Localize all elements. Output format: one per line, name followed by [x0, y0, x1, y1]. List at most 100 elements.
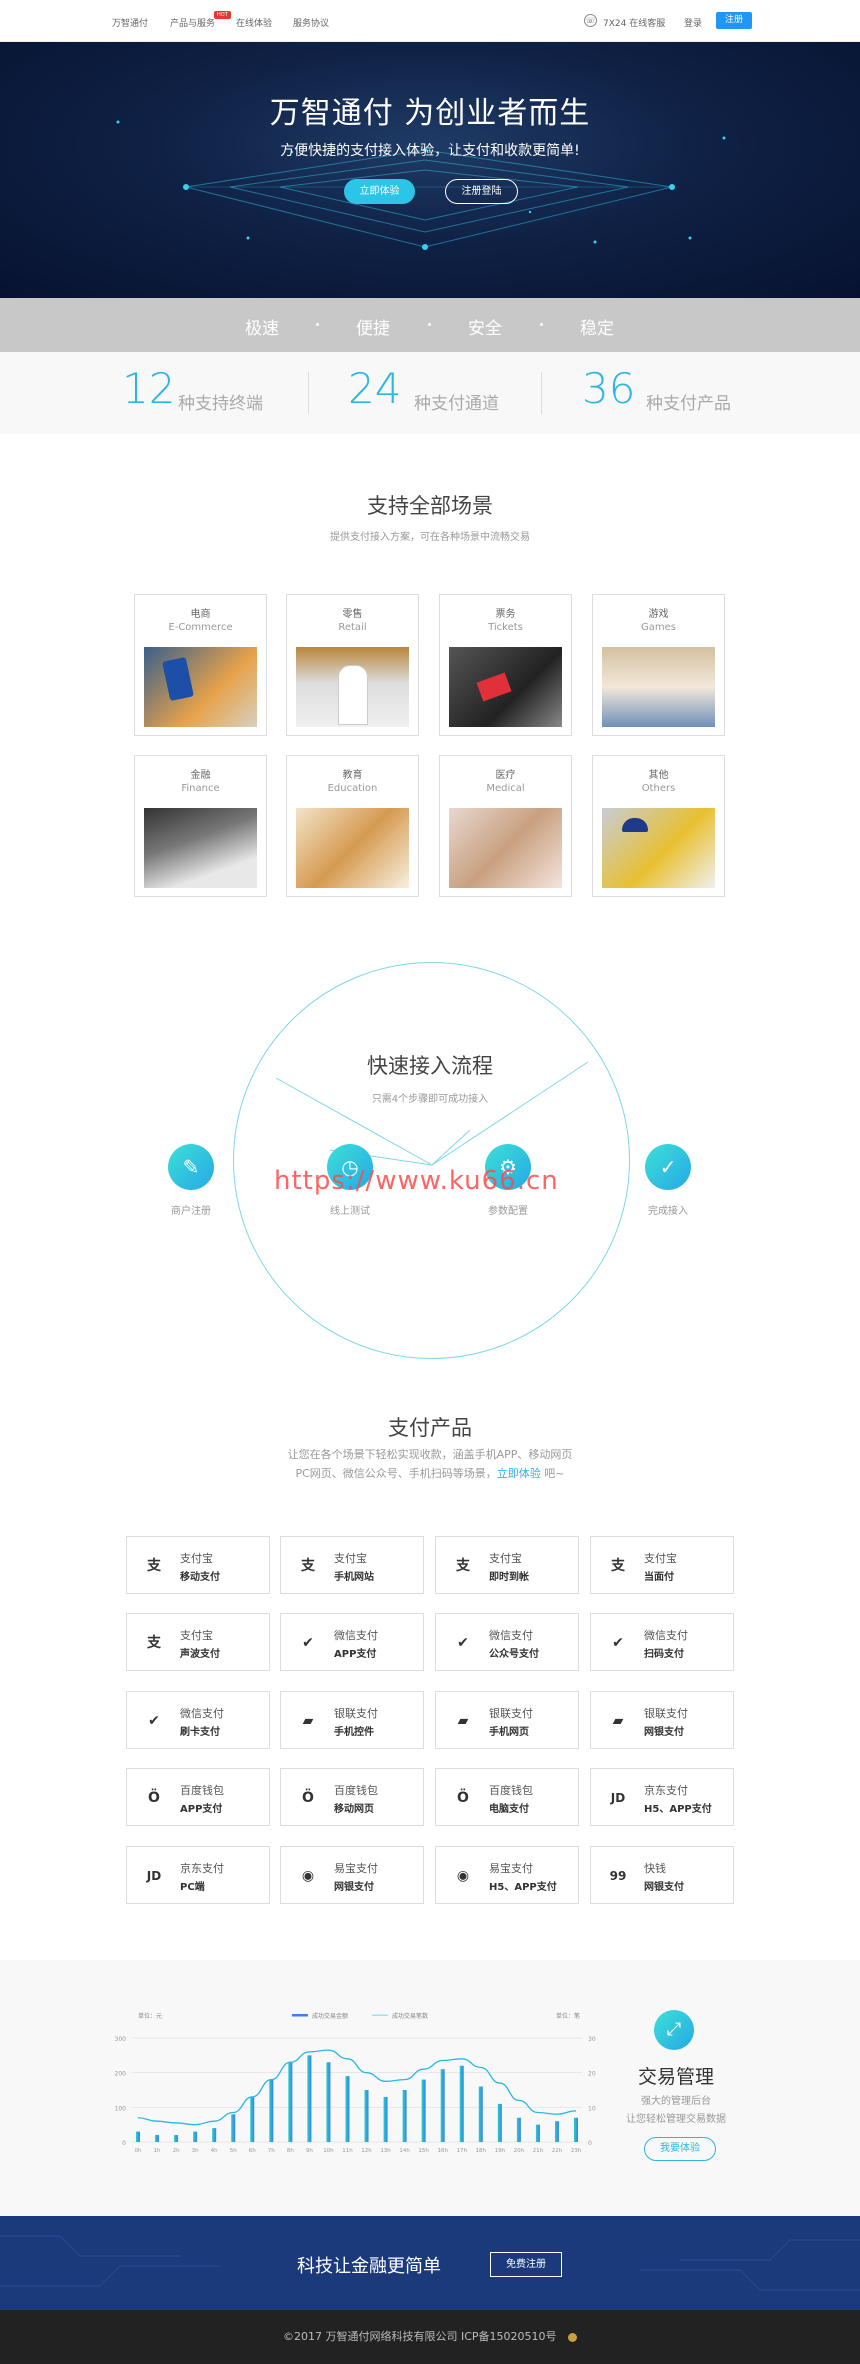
- product-provider: 微信支付: [644, 1629, 688, 1642]
- chart-bar: [155, 2135, 160, 2142]
- right-tick-label: 30: [588, 2036, 596, 2043]
- scene-name: 医疗: [495, 770, 516, 781]
- scene-photo: [144, 808, 257, 888]
- left-tick-label: 0: [122, 2140, 126, 2147]
- product-card[interactable]: ▰ 银联支付 手机控件: [280, 1691, 424, 1749]
- product-card[interactable]: ✔ 微信支付 公众号支付: [435, 1613, 579, 1671]
- chart-bar: [574, 2117, 578, 2142]
- scene-card-tickets[interactable]: 票务 Tickets: [439, 594, 572, 736]
- chart-bar: [516, 2117, 521, 2142]
- product-card[interactable]: 支 支付宝 移动支付: [126, 1536, 270, 1594]
- product-card[interactable]: 支 支付宝 即时到帐: [435, 1536, 579, 1594]
- scene-card-games[interactable]: 游戏 Games: [592, 594, 725, 736]
- x-tick-label: 7h: [268, 2148, 275, 2154]
- nav-demo[interactable]: 在线体验: [236, 16, 272, 29]
- product-card[interactable]: ▰ 银联支付 手机网页: [435, 1691, 579, 1749]
- experience-button[interactable]: 我要体验: [644, 2137, 716, 2161]
- x-tick-label: 19h: [495, 2148, 506, 2154]
- x-tick-label: 5h: [230, 2148, 237, 2154]
- product-card[interactable]: ◉ 易宝支付 网银支付: [280, 1846, 424, 1904]
- scene-card-retail[interactable]: 零售 Retail: [286, 594, 419, 736]
- alipay-icon: 支: [611, 1558, 625, 1574]
- chart-bar: [231, 2114, 236, 2142]
- product-provider: 京东支付: [180, 1862, 224, 1875]
- service-text[interactable]: 7X24 在线客服: [603, 16, 665, 29]
- baidu-wallet-icon: Ö: [457, 1790, 469, 1806]
- x-tick-label: 0h: [135, 2148, 142, 2154]
- police-badge-icon: [568, 2332, 578, 2342]
- product-card[interactable]: ▰ 银联支付 网银支付: [590, 1691, 734, 1749]
- product-card[interactable]: 支 支付宝 当面付: [590, 1536, 734, 1594]
- unionpay-icon: ▰: [612, 1713, 624, 1729]
- product-card[interactable]: 支 支付宝 声波支付: [126, 1613, 270, 1671]
- try-now-button[interactable]: 立即体验: [344, 179, 415, 204]
- product-card[interactable]: 99 快钱 网银支付: [590, 1846, 734, 1904]
- register-login-button[interactable]: 注册登陆: [445, 179, 518, 204]
- chart-bar: [535, 2124, 540, 2142]
- right-tick-label: 0: [588, 2140, 592, 2147]
- product-type: 扫码支付: [644, 1649, 684, 1660]
- x-tick-label: 20h: [514, 2148, 525, 2154]
- left-tick-label: 300: [115, 2036, 127, 2043]
- product-card[interactable]: Ö 百度钱包 电脑支付: [435, 1768, 579, 1826]
- chart-bar: [345, 2076, 350, 2142]
- pencil-icon: ✎: [168, 1144, 214, 1190]
- free-register-button[interactable]: 免费注册: [490, 2252, 562, 2277]
- x-tick-label: 11h: [342, 2148, 353, 2154]
- product-type: 手机网站: [334, 1572, 374, 1583]
- stats-strip: 12 种支持终端 24 种支付通道 36 种支付产品: [0, 352, 860, 434]
- scene-card-medical[interactable]: 医疗 Medical: [439, 755, 572, 897]
- x-tick-label: 13h: [380, 2148, 391, 2154]
- nav-products[interactable]: 产品与服务: [170, 16, 215, 29]
- scene-name-en: Others: [641, 783, 676, 794]
- login-link[interactable]: 登录: [684, 16, 702, 29]
- product-card[interactable]: 支 支付宝 手机网站: [280, 1536, 424, 1594]
- baidu-wallet-icon: Ö: [148, 1790, 160, 1806]
- try-now-link[interactable]: 立即体验: [497, 1467, 541, 1480]
- chart-bar: [383, 2096, 388, 2142]
- chart-bar: [421, 2079, 426, 2142]
- product-card[interactable]: JD 京东支付 H5、APP支付: [590, 1768, 734, 1826]
- product-card[interactable]: JD 京东支付 PC端: [126, 1846, 270, 1904]
- chart-bar: [554, 2121, 559, 2142]
- x-tick-label: 6h: [249, 2148, 256, 2154]
- product-card[interactable]: Ö 百度钱包 APP支付: [126, 1768, 270, 1826]
- scene-card-others[interactable]: 其他 Others: [592, 755, 725, 897]
- product-card[interactable]: ✔ 微信支付 刷卡支付: [126, 1691, 270, 1749]
- alipay-icon: 支: [456, 1558, 470, 1574]
- step-merchant-register: 商户注册: [171, 1206, 211, 1217]
- product-provider: 支付宝: [334, 1552, 367, 1565]
- chart-bar: [174, 2135, 179, 2142]
- baidu-wallet-icon: Ö: [302, 1790, 314, 1806]
- product-card[interactable]: ✔ 微信支付 APP支付: [280, 1613, 424, 1671]
- scene-name: 票务: [495, 609, 516, 620]
- legend-swatch-count: [372, 2014, 388, 2016]
- chart-bar: [212, 2128, 217, 2142]
- unionpay-icon: ▰: [302, 1713, 314, 1729]
- scene-card-education[interactable]: 教育 Education: [286, 755, 419, 897]
- legend-amount: 成功交易金额: [312, 2012, 348, 2020]
- nav-agreement[interactable]: 服务协议: [293, 16, 329, 29]
- cta-banner: 科技让金融更简单 免费注册: [0, 2216, 860, 2310]
- hero-title: 万智通付 为创业者而生: [269, 96, 591, 131]
- product-provider: 银联支付: [334, 1707, 378, 1720]
- scene-card-ecommerce[interactable]: 电商 E-Commerce: [134, 594, 267, 736]
- chart-line: [137, 2049, 577, 2126]
- scene-card-finance[interactable]: 金融 Finance: [134, 755, 267, 897]
- product-card[interactable]: Ö 百度钱包 移动网页: [280, 1768, 424, 1826]
- scenes-title: 支持全部场景: [367, 494, 493, 518]
- scene-photo: [449, 647, 562, 727]
- product-provider: 支付宝: [180, 1552, 213, 1565]
- feature-speed: 极速: [245, 319, 279, 339]
- trade-desc-1: 强大的管理后台: [641, 2096, 711, 2107]
- x-tick-label: 9h: [306, 2148, 313, 2154]
- stat-products-label: 种支付产品: [646, 394, 731, 414]
- register-button[interactable]: 注册: [716, 12, 752, 29]
- chart-bar: [364, 2090, 369, 2142]
- product-type: 手机网页: [489, 1727, 529, 1738]
- nav-home[interactable]: 万智通付: [112, 16, 148, 29]
- product-card[interactable]: ✔ 微信支付 扫码支付: [590, 1613, 734, 1671]
- product-card[interactable]: ◉ 易宝支付 H5、APP支付: [435, 1846, 579, 1904]
- left-tick-label: 200: [115, 2071, 127, 2078]
- product-type: H5、APP支付: [489, 1882, 557, 1893]
